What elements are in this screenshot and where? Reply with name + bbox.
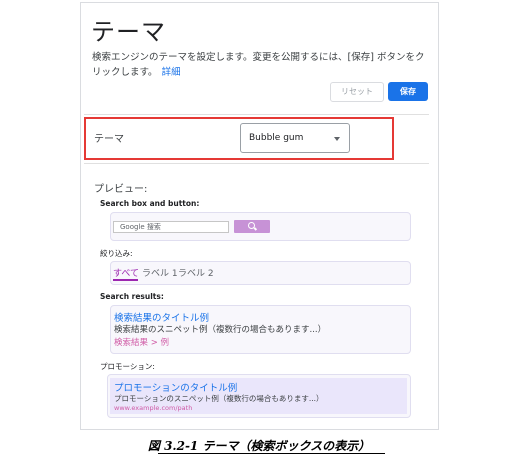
caption-underline (158, 453, 385, 454)
details-link[interactable]: 詳細 (162, 67, 181, 78)
divider (84, 163, 429, 164)
refinement-label-1[interactable]: ラベル 1 (142, 266, 178, 279)
search-section-label: Search box and button: (100, 199, 200, 208)
search-input[interactable]: Google 搜索 (113, 221, 229, 233)
figure-caption: 図 3.2-1 テーマ（検索ボックスの表示） (147, 439, 371, 453)
promotion-snippet: プロモーションのスニペット例（複数行の場合もあります...） (114, 394, 324, 403)
result-snippet: 検索結果のスニペット例（複数行の場合もあります...） (114, 325, 327, 335)
preview-label: プレビュー: (94, 184, 148, 195)
refinement-active-indicator (113, 279, 138, 281)
page-description: 検索エンジンのテーマを設定します。変更を公開するには、[保存] ボタンをクリック… (92, 50, 432, 80)
reset-button[interactable]: リセット (330, 82, 384, 102)
save-button[interactable]: 保存 (388, 82, 428, 101)
refinement-label-2[interactable]: ラベル 2 (178, 266, 214, 279)
divider (84, 114, 429, 115)
page-title: テーマ (91, 18, 166, 46)
refinement-section-label: 絞り込み: (100, 249, 133, 258)
promotion-title-link[interactable]: プロモーションのタイトル例 (114, 380, 237, 394)
search-button[interactable] (234, 220, 270, 233)
promotion-url: www.example.com/path (114, 404, 193, 412)
results-section-label: Search results: (100, 292, 164, 301)
result-url: 検索結果 > 例 (114, 338, 170, 348)
description-text: 検索エンジンのテーマを設定します。変更を公開するには、[保存] ボタンをクリック… (92, 52, 425, 78)
refinement-all[interactable]: すべて (113, 266, 139, 279)
result-title-link[interactable]: 検索結果のタイトル例 (114, 310, 209, 324)
search-icon-handle (253, 227, 258, 231)
promotion-section-label: プロモーション: (100, 362, 155, 371)
highlight-box (84, 117, 394, 160)
